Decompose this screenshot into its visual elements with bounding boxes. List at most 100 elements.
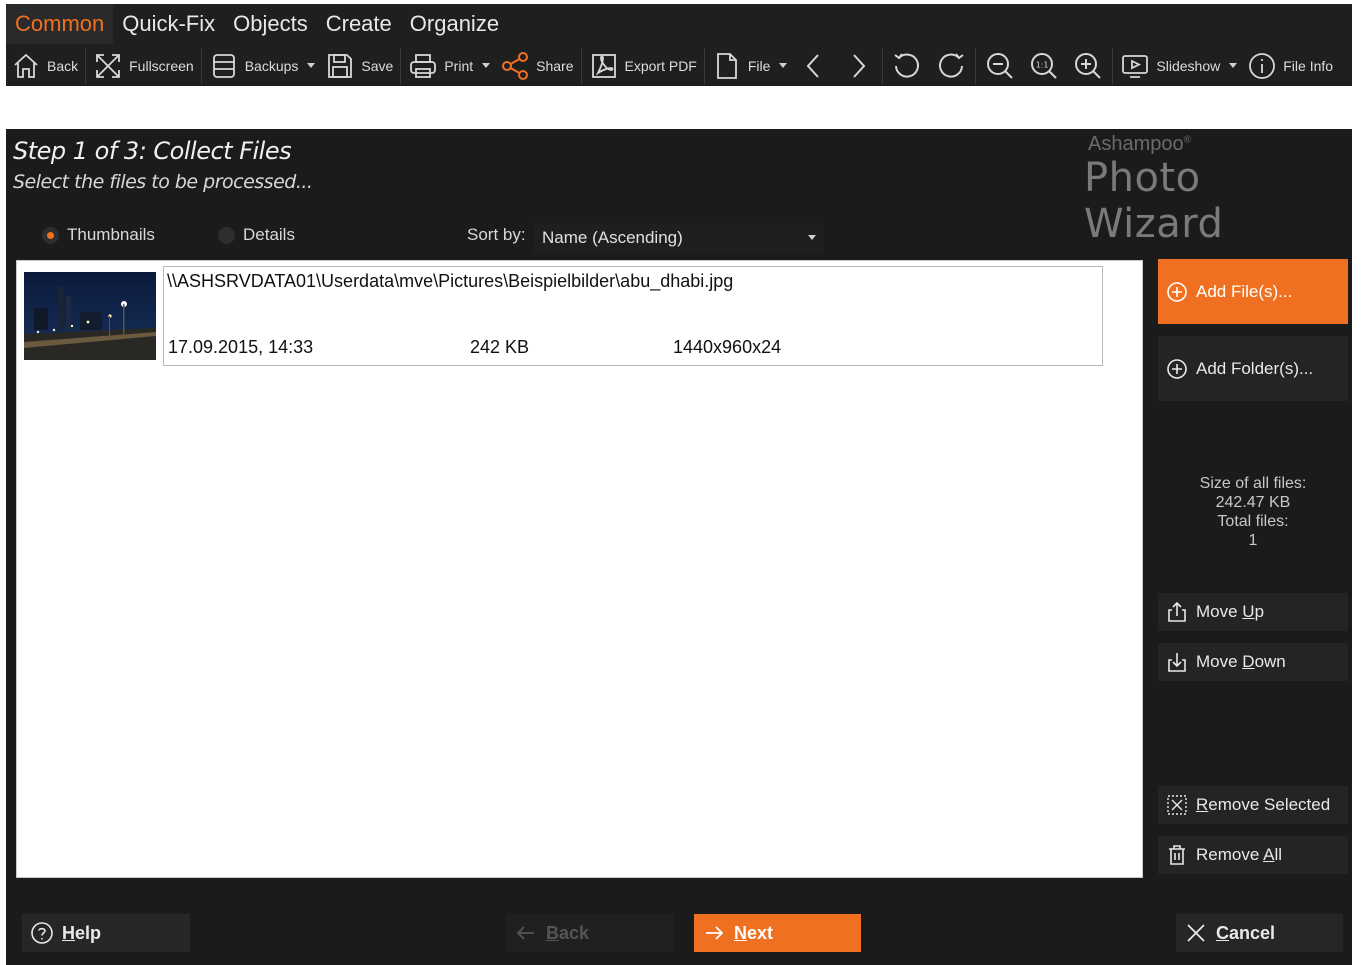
info-icon xyxy=(1249,52,1276,79)
sort-by-value: Name (Ascending) xyxy=(542,228,683,247)
zoom-in-icon xyxy=(1075,52,1102,79)
total-files-label: Total files: xyxy=(1217,513,1289,530)
toolbar-divider xyxy=(975,47,977,84)
close-icon xyxy=(1187,924,1205,942)
move-up-icon xyxy=(1168,601,1186,622)
add-circle-icon xyxy=(1167,358,1187,379)
file-list[interactable]: \\ASHSRVDATA01\Userdata\mve\Pictures\Bei… xyxy=(16,260,1143,878)
print-button[interactable]: Print xyxy=(403,45,495,86)
add-files-button[interactable]: Add File(s)... xyxy=(1158,259,1348,324)
back-wizard-label: Back xyxy=(546,922,590,943)
share-label: Share xyxy=(536,57,574,74)
chevron-down-icon xyxy=(307,63,316,68)
move-down-button[interactable]: Move Down xyxy=(1158,643,1348,681)
move-down-label: Move Down xyxy=(1196,652,1286,671)
rotate-right-button[interactable] xyxy=(929,45,973,86)
radio-selected-icon xyxy=(42,226,59,244)
backups-label: Backups xyxy=(244,57,299,74)
zoom-actual-size-icon: 1:1 xyxy=(1031,52,1058,79)
photo-wizard-dialog: Step 1 of 3: Collect Files Select the fi… xyxy=(6,129,1352,965)
remove-selected-button[interactable]: Remove Selected xyxy=(1158,786,1348,824)
pdf-icon xyxy=(591,53,616,78)
zoom-in-button[interactable] xyxy=(1066,45,1110,86)
next-image-button[interactable] xyxy=(836,45,880,86)
file-info-button[interactable]: File Info xyxy=(1242,45,1338,86)
cancel-label: Cancel xyxy=(1216,922,1276,943)
file-dimensions: 1440x960x24 xyxy=(673,337,782,357)
step-title: Step 1 of 3: Collect Files xyxy=(13,137,292,165)
help-button[interactable]: Help xyxy=(22,914,190,952)
file-statistics: Size of all files: 242.47 KB Total files… xyxy=(1158,474,1348,550)
tab-quick-fix[interactable]: Quick-Fix xyxy=(113,4,224,44)
toolbar-divider xyxy=(1112,47,1114,84)
next-label: Next xyxy=(734,922,774,943)
registered-mark: ® xyxy=(1183,134,1191,146)
toolbar-divider xyxy=(400,47,402,84)
chevron-down-icon xyxy=(482,63,491,68)
add-folder-button[interactable]: Add Folder(s)... xyxy=(1158,336,1348,401)
add-folder-label: Add Folder(s)... xyxy=(1196,358,1314,378)
size-of-all-files-value: 242.47 KB xyxy=(1215,494,1291,511)
size-of-all-files-label: Size of all files: xyxy=(1199,475,1307,492)
next-button[interactable]: Next xyxy=(694,914,861,952)
thumbnails-radio[interactable]: Thumbnails xyxy=(42,225,155,245)
move-down-icon xyxy=(1168,653,1186,672)
file-list-item[interactable]: \\ASHSRVDATA01\Userdata\mve\Pictures\Bei… xyxy=(17,261,1144,369)
remove-all-label: Remove All xyxy=(1196,845,1282,864)
back-label: Back xyxy=(47,57,79,74)
toolbar-divider xyxy=(85,47,87,84)
add-files-label: Add File(s)... xyxy=(1196,281,1293,301)
step-subtitle: Select the files to be processed... xyxy=(13,171,313,193)
rotate-left-button[interactable] xyxy=(885,45,929,86)
chevron-down-icon xyxy=(808,235,816,240)
slideshow-button[interactable]: Slideshow xyxy=(1115,45,1242,86)
zoom-out-button[interactable] xyxy=(978,45,1022,86)
save-button[interactable]: Save xyxy=(320,45,398,86)
tab-objects[interactable]: Objects xyxy=(224,4,317,44)
move-up-button[interactable]: Move Up xyxy=(1158,593,1348,631)
zoom-actual-size-button[interactable]: 1:1 xyxy=(1022,45,1066,86)
total-files-value: 1 xyxy=(1248,532,1258,549)
help-icon xyxy=(31,922,53,944)
cancel-button[interactable]: Cancel xyxy=(1176,914,1343,952)
remove-all-button[interactable]: Remove All xyxy=(1158,836,1348,874)
arrow-right-icon xyxy=(706,926,724,940)
back-button[interactable]: Back xyxy=(6,45,83,86)
save-icon xyxy=(328,53,353,78)
trash-icon xyxy=(1169,845,1185,865)
view-options-bar: Thumbnails Details Sort by: Name (Ascend… xyxy=(14,213,824,261)
back-wizard-button[interactable]: Back xyxy=(506,914,674,952)
details-radio[interactable]: Details xyxy=(218,225,295,245)
add-circle-icon xyxy=(1167,281,1187,302)
fullscreen-button[interactable]: Fullscreen xyxy=(88,45,199,86)
svg-text:1:1: 1:1 xyxy=(1036,60,1049,69)
move-up-label: Move Up xyxy=(1196,602,1265,621)
file-info-label: File Info xyxy=(1283,57,1334,74)
share-button[interactable]: Share xyxy=(495,45,578,86)
toolbar: Back Fullscreen Backups Save Print Share xyxy=(6,45,1352,86)
tab-common[interactable]: Common xyxy=(6,4,114,44)
ribbon: Common Quick-Fix Objects Create Organize… xyxy=(6,4,1352,86)
file-card[interactable]: \\ASHSRVDATA01\Userdata\mve\Pictures\Bei… xyxy=(163,266,1103,366)
file-label: File xyxy=(747,57,771,74)
backups-button[interactable]: Backups xyxy=(204,45,321,86)
tab-create[interactable]: Create xyxy=(317,4,401,44)
previous-button[interactable] xyxy=(792,45,836,86)
remove-selected-label: Remove Selected xyxy=(1196,795,1331,814)
chevron-down-icon xyxy=(1229,63,1238,68)
zoom-out-icon xyxy=(987,52,1014,79)
chevron-down-icon xyxy=(779,63,788,68)
slideshow-label: Slideshow xyxy=(1156,57,1221,74)
file-size: 242 KB xyxy=(470,337,530,357)
night-city-thumbnail-graphic xyxy=(24,272,156,360)
sort-by-dropdown[interactable]: Name (Ascending) xyxy=(534,223,824,253)
wizard-footer: Help Back Next Cancel xyxy=(6,881,1352,965)
tab-organize[interactable]: Organize xyxy=(401,4,508,44)
file-icon xyxy=(716,52,737,79)
file-menu-button[interactable]: File xyxy=(707,45,793,86)
export-pdf-label: Export PDF xyxy=(624,57,697,74)
export-pdf-button[interactable]: Export PDF xyxy=(584,45,702,86)
help-label: Help xyxy=(62,922,102,943)
file-date: 17.09.2015, 14:33 xyxy=(168,337,314,357)
product-name: Photo Wizard xyxy=(1084,155,1224,247)
